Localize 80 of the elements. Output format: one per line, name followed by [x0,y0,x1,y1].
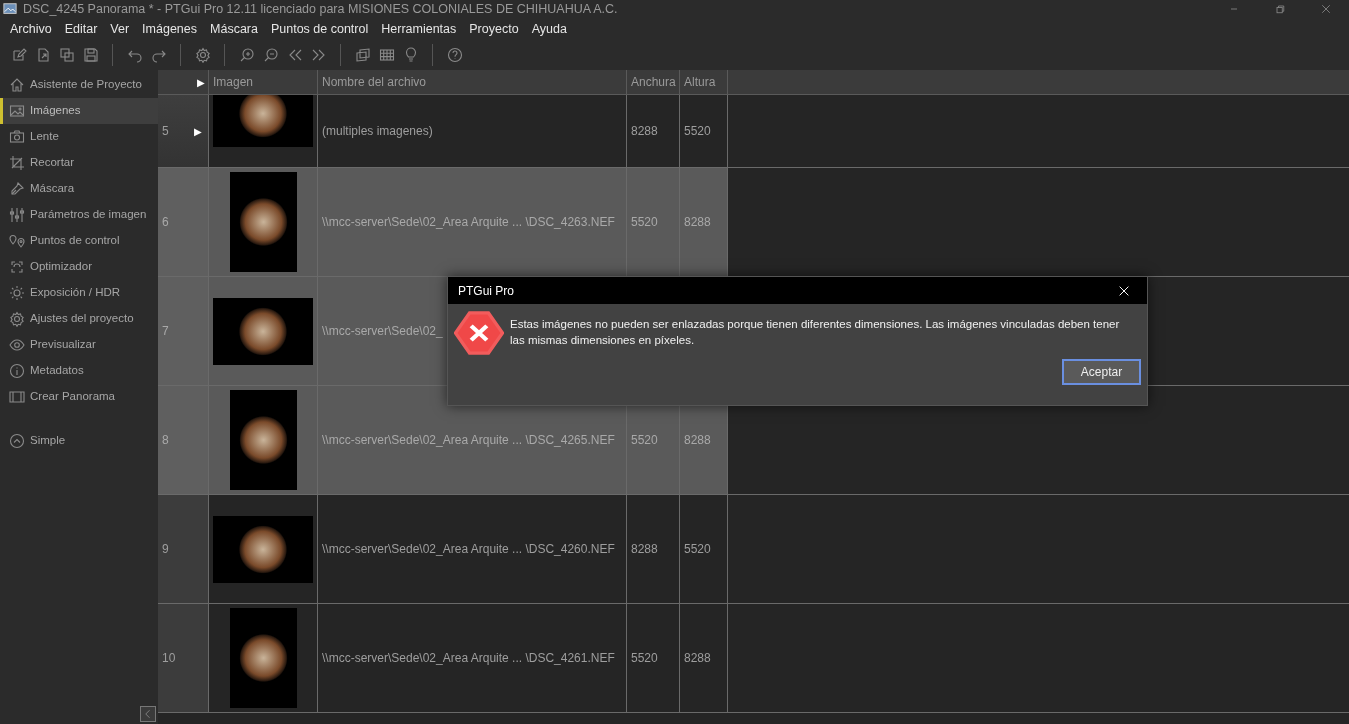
info-icon [9,363,25,379]
crop-icon [9,155,25,171]
zoom-in-icon [238,47,255,63]
column-header[interactable]: Anchura [627,70,680,95]
filename-cell: \\mcc-server\Sede\02_Area Arquite ... \DSC_4260.NEF [318,495,627,603]
image-icon [9,103,25,119]
sidebar-item[interactable]: Metadatos [0,358,158,384]
height-cell: 5520 [680,95,728,167]
menu-item[interactable]: Proyecto [462,18,525,40]
sidebar-item[interactable]: Imágenes [0,98,158,124]
close-icon [1320,3,1332,15]
brush-icon [9,181,25,197]
app-icon [3,2,17,16]
window-title: DSC_4245 Panorama * - PTGui Pro 12.11 licenciado para MISIONES COLONIALES DE CHIHUAHUA A.C. [23,0,619,18]
sidebar-item[interactable]: Recortar [0,150,158,176]
width-cell: 5520 [627,604,680,712]
menu-item[interactable]: Herramientas [374,18,463,40]
sidebar-item[interactable]: Parámetros de imagen [0,202,158,228]
menu-item[interactable]: Puntos de control [263,18,375,40]
collapse-button[interactable] [140,706,156,722]
mode-toggle[interactable]: Simple [0,428,158,454]
restore-icon [1274,3,1286,15]
refresh-icon [9,259,25,275]
sidebar-item[interactable]: Lente [0,124,158,150]
height-cell: 5520 [680,495,728,603]
eye-icon [9,337,25,353]
menu-item[interactable]: Editar [57,18,104,40]
menu-item[interactable]: Ver [103,18,136,40]
row-number-cell[interactable]: 10 [158,604,209,712]
sliders-icon [9,207,25,223]
column-header[interactable]: Nombre del archivo [318,70,627,95]
help-icon [446,47,463,63]
sun-icon [9,285,25,301]
width-cell: 5520 [627,168,680,276]
row-number: 8 [162,432,169,449]
row-number: 6 [162,214,169,231]
expand-marker[interactable]: ▶ [194,123,202,139]
fast-forward-icon [310,47,327,63]
height-cell: 8288 [680,604,728,712]
zoom-out-icon [262,47,279,63]
home-icon [9,77,25,93]
pin-icon [9,233,25,249]
menu-item[interactable]: Imágenes [135,18,203,40]
row-number-cell[interactable]: 9 [158,495,209,603]
sidebar-item[interactable]: Ajustes del proyecto [0,306,158,332]
sidebar-item[interactable]: Crear Panorama [0,384,158,410]
filename-cell: \\mcc-server\Sede\02_Area Arquite ... \DSC_4261.NEF [318,604,627,712]
row-number: 7 [162,323,169,340]
menu-item[interactable]: Ayuda [524,18,573,40]
gear-icon [194,47,211,63]
grid-icon [378,47,395,63]
row-number: 9 [162,541,169,558]
save-icon [82,47,99,63]
sidebar-item[interactable]: Máscara [0,176,158,202]
row-number: 5 [162,123,169,140]
accept-button[interactable]: Aceptar [1062,359,1141,385]
sidebar-item[interactable]: Puntos de control [0,228,158,254]
chevron-up-icon [9,433,25,449]
copy-icon [58,47,75,63]
menu-item[interactable]: Máscara [203,18,264,40]
overlap-icon [354,47,371,63]
row-number: 10 [162,650,176,667]
edit-icon [10,47,27,63]
height-cell: 8288 [680,168,728,276]
column-header[interactable]: Altura [680,70,728,95]
sidebar-item[interactable]: Asistente de Proyecto [0,72,158,98]
sidebar-item[interactable]: Optimizador [0,254,158,280]
camera-icon [9,129,25,145]
width-cell: 8288 [627,95,680,167]
filename-cell: \\mcc-server\Sede\02_Area Arquite ... \DSC_4263.NEF [318,168,627,276]
filename-cell: (multiples imagenes) [318,95,627,167]
menu-item[interactable]: Archivo [3,18,58,40]
gear-icon [9,311,25,327]
row-number-cell[interactable]: 5 ▶ [158,95,209,167]
sidebar-item[interactable]: Previsualizar [0,332,158,358]
error-icon [454,310,504,356]
dialog-title: PTGui Pro [458,282,515,300]
width-cell: 8288 [627,495,680,603]
sidebar-item[interactable]: Exposición / HDR [0,280,158,306]
panorama-icon [9,389,25,405]
